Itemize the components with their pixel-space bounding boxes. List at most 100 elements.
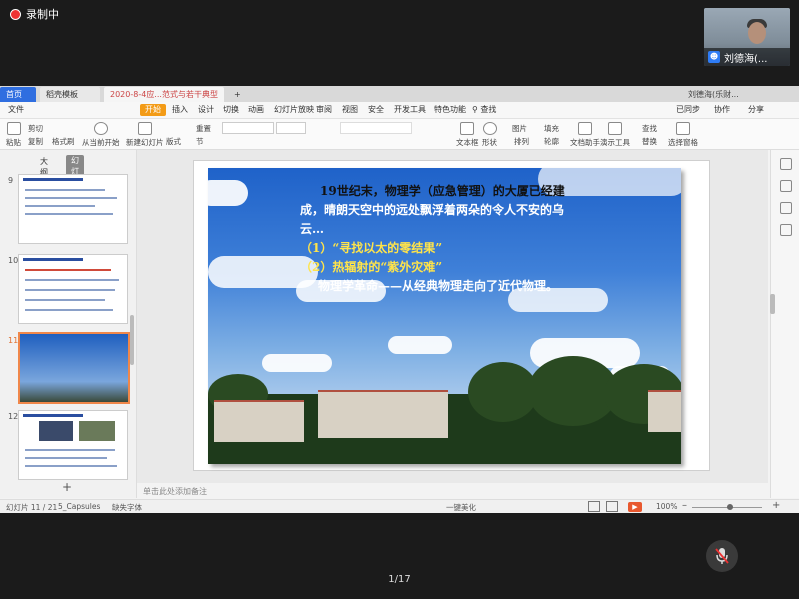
copy-button[interactable]: 复制 [28, 136, 43, 147]
user-account[interactable]: 刘德海(乐财... [682, 87, 782, 102]
zoom-level[interactable]: 100% [656, 502, 677, 511]
paragraph-tools[interactable] [340, 122, 412, 134]
thumb-number: 12 [8, 412, 19, 421]
menu-file[interactable]: 文件 [8, 104, 24, 116]
slide-thumbnail-11-selected[interactable] [18, 332, 130, 404]
shape-icon [482, 122, 497, 135]
recording-indicator: 录制中 [10, 6, 59, 22]
participant-nameplate: ☻ 刘德海(... [704, 48, 790, 66]
find-button[interactable]: 查找 [642, 123, 657, 134]
copy-icon[interactable] [780, 224, 792, 236]
menu-search[interactable]: ⚲ 查找 [472, 104, 496, 116]
missing-font-button[interactable]: 缺失字体 [112, 502, 142, 513]
beautify-button[interactable]: 一键美化 [446, 502, 476, 513]
slide-thumbnail-pane: 大纲 幻灯片 9 10 11 12 [0, 150, 137, 498]
slide-frame[interactable]: 19世纪末，物理学（应急管理）的大厦已经建 成，晴朗天空中的远处飘浮着两朵的令人… [193, 160, 710, 471]
menu-transition[interactable]: 切换 [223, 104, 239, 116]
building [214, 400, 304, 442]
share-button[interactable]: 分享 [748, 104, 764, 116]
recording-label: 录制中 [26, 8, 59, 21]
thumb-line [25, 299, 105, 301]
menu-design[interactable]: 设计 [198, 104, 214, 116]
menu-slideshow[interactable]: 幻灯片放映 [274, 104, 314, 116]
new-tab-button[interactable]: + [228, 87, 244, 102]
slide-item-1: （1）“寻找以太的零结果” [300, 241, 443, 255]
play-icon[interactable]: ▶ [628, 502, 642, 512]
slide-content[interactable]: 19世纪末，物理学（应急管理）的大厦已经建 成，晴朗天空中的远处飘浮着两朵的令人… [208, 168, 681, 464]
from-current-button[interactable]: 从当前开始 [82, 122, 120, 148]
doc-assistant-button[interactable]: 文档助手 [570, 122, 600, 148]
cut-button[interactable]: 剪切 [28, 123, 43, 134]
mic-off-button[interactable] [706, 540, 738, 572]
normal-view-icon[interactable] [588, 501, 600, 512]
ribbon-toolbar: 粘贴 剪切 复制 格式刷 从当前开始 新建幻灯片 版式 重置 节 文本框 形状 … [0, 119, 799, 150]
notes-pane[interactable]: 单击此处添加备注 [137, 483, 768, 499]
picture-button[interactable]: 图片 [512, 123, 527, 134]
presentation-app-window: 首页 稻壳模板 2020-8-4应...范式与若干典型问题 + 刘德海(乐财..… [0, 86, 799, 513]
collab-button[interactable]: 协作 [714, 104, 730, 116]
zoom-slider-handle[interactable] [727, 504, 733, 510]
canvas-scrollbar[interactable] [770, 294, 775, 314]
sorter-view-icon[interactable] [606, 501, 618, 512]
menu-devtools[interactable]: 开发工具 [394, 104, 426, 116]
textbox-button[interactable]: 文本框 [456, 122, 479, 148]
format-painter-button[interactable]: 格式刷 [52, 136, 75, 147]
shape-button[interactable]: 形状 [482, 122, 497, 148]
tab-document[interactable]: 2020-8-4应...范式与若干典型问题 [104, 87, 224, 114]
thumb-line [25, 465, 117, 467]
menu-features[interactable]: 特色功能 [434, 104, 466, 116]
thumb-line [25, 197, 117, 199]
menu-animation[interactable]: 动画 [248, 104, 264, 116]
slide-thumbnail-10[interactable] [18, 254, 128, 324]
outline-button[interactable]: 轮廓 [544, 136, 559, 147]
slide-thumbnail-12[interactable] [18, 410, 128, 480]
section-button[interactable]: 节 [196, 136, 204, 147]
menu-view[interactable]: 视图 [342, 104, 358, 116]
participant-name: 刘德海(... [724, 53, 768, 65]
design-icon[interactable] [780, 202, 792, 214]
page-indicator: 1/17 [388, 574, 411, 585]
slide-text-line1: 19世纪末，物理学（应急管理）的大厦已经建 [320, 184, 565, 198]
zoom-out-button[interactable]: – [682, 500, 687, 511]
thumb-photo [39, 421, 73, 441]
thumb-line [25, 205, 95, 207]
menu-insert[interactable]: 插入 [172, 104, 188, 116]
properties-icon[interactable] [780, 158, 792, 170]
layout-button[interactable]: 版式 [166, 136, 181, 147]
participant-video[interactable]: ☻ 刘德海(... [704, 8, 790, 66]
presentation-tools-button[interactable]: 演示工具 [600, 122, 630, 148]
record-dot-icon [10, 8, 21, 20]
user-icon: ☻ [708, 51, 720, 63]
right-sidebar [770, 150, 799, 498]
new-slide-button[interactable]: 新建幻灯片 [126, 122, 164, 148]
add-slide-button[interactable]: + [62, 480, 72, 494]
thumbnail-scrollbar[interactable] [130, 315, 134, 365]
font-size-field[interactable] [276, 122, 306, 134]
zoom-in-button[interactable]: + [772, 500, 780, 511]
tab-home[interactable]: 首页 [0, 87, 36, 102]
animation-icon[interactable] [780, 180, 792, 192]
arrange-button[interactable]: 排列 [514, 136, 529, 147]
replace-button[interactable]: 替换 [642, 136, 657, 147]
select-pane-button[interactable]: 选择窗格 [668, 122, 698, 148]
menu-security[interactable]: 安全 [368, 104, 384, 116]
textbox-icon [460, 122, 475, 135]
tab-templates[interactable]: 稻壳模板 [40, 87, 100, 102]
building [648, 390, 681, 432]
sync-status[interactable]: 已同步 [676, 104, 700, 116]
reset-button[interactable]: 重置 [196, 123, 211, 134]
new-slide-icon [137, 122, 152, 135]
slide-thumbnail-9[interactable] [18, 174, 128, 244]
assistant-icon [578, 122, 592, 135]
fill-button[interactable]: 填充 [544, 123, 559, 134]
menu-home[interactable]: 开始 [140, 104, 166, 116]
building [318, 390, 448, 438]
menu-review[interactable]: 审阅 [316, 104, 332, 116]
thumb-line [25, 189, 105, 191]
thumb-title [23, 258, 83, 261]
cloud [388, 336, 452, 354]
paste-button[interactable]: 粘贴 [6, 122, 21, 148]
thumb-title [23, 178, 83, 181]
font-name-field[interactable] [222, 122, 274, 134]
menu-bar: 文件 开始 插入 设计 切换 动画 幻灯片放映 审阅 视图 安全 开发工具 特色… [0, 102, 799, 119]
